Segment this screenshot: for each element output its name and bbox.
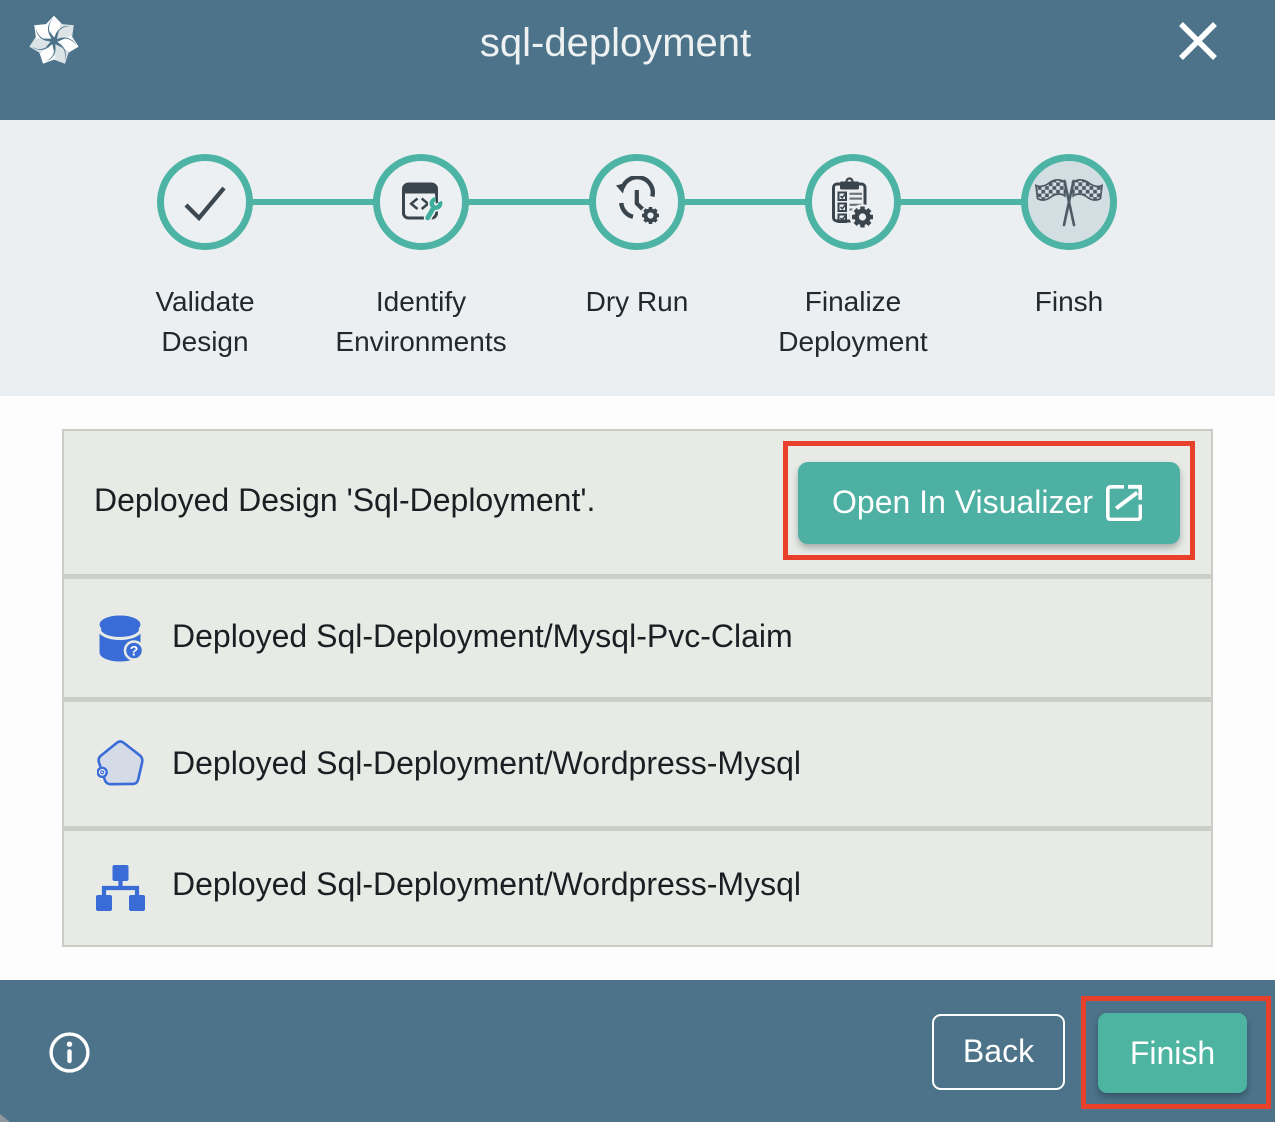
- svg-text:?: ?: [130, 643, 139, 659]
